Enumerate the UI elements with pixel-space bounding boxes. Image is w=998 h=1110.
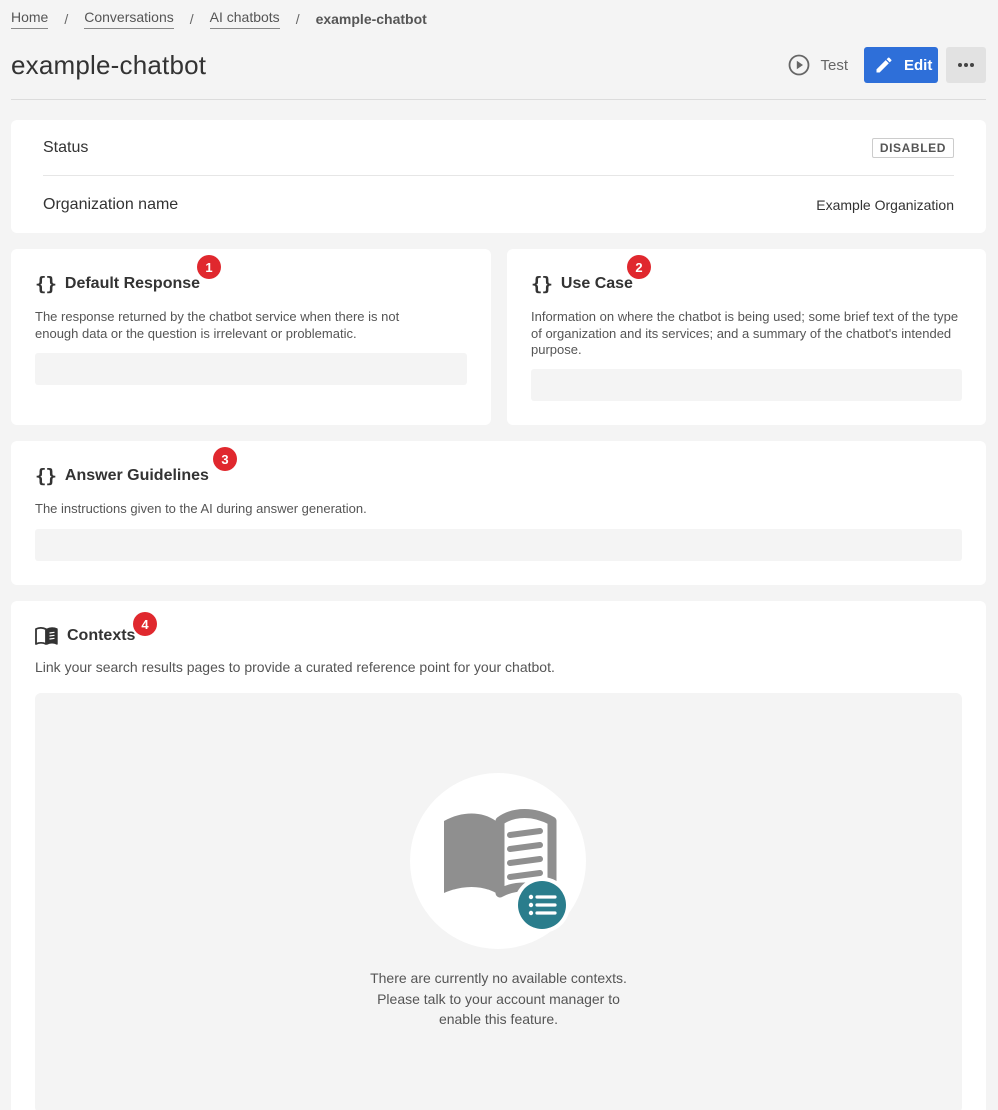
use-case-title: {} Use Case bbox=[531, 273, 633, 295]
breadcrumb-current: example-chatbot bbox=[315, 10, 427, 27]
book-list-icon bbox=[444, 809, 570, 933]
empty-state-line: Please talk to your account manager to bbox=[377, 990, 620, 1007]
default-response-description: The response returned by the chatbot ser… bbox=[35, 309, 400, 341]
status-badge: DISABLED bbox=[871, 137, 954, 158]
default-response-title: {} Default Response bbox=[35, 273, 200, 295]
status-card: Status DISABLED Organization name Exampl… bbox=[11, 120, 986, 233]
answer-guidelines-card: 3 {} Answer Guidelines The instructions … bbox=[11, 441, 986, 585]
contexts-title: Contexts bbox=[35, 627, 135, 645]
annotation-badge-4: 4 bbox=[133, 612, 157, 636]
breadcrumb-separator: / bbox=[295, 10, 300, 27]
use-case-field bbox=[531, 369, 962, 401]
empty-state-illustration bbox=[410, 773, 586, 949]
organization-row: Organization name Example Organization bbox=[43, 177, 954, 233]
ellipsis-icon bbox=[958, 63, 974, 67]
use-case-title-text: Use Case bbox=[560, 275, 633, 292]
default-response-card: 1 {} Default Response The response retur… bbox=[11, 249, 491, 425]
curly-braces-icon: {} bbox=[35, 465, 57, 487]
edit-button-label: Edit bbox=[904, 56, 933, 74]
empty-state-message: There are currently no available context… bbox=[35, 968, 962, 1030]
organization-label: Organization name bbox=[43, 196, 179, 213]
play-circle-icon bbox=[789, 54, 810, 76]
empty-state-line: There are currently no available context… bbox=[370, 970, 627, 986]
test-button[interactable]: Test bbox=[780, 47, 860, 83]
breadcrumb-conversations-link[interactable]: Conversations bbox=[84, 8, 174, 29]
answer-guidelines-title-text: Answer Guidelines bbox=[64, 467, 209, 484]
answer-guidelines-description: The instructions given to the AI during … bbox=[35, 501, 367, 516]
breadcrumb: Home / Conversations / AI chatbots / exa… bbox=[11, 8, 427, 29]
contexts-empty-state: There are currently no available context… bbox=[35, 693, 962, 1110]
breadcrumb-separator: / bbox=[64, 10, 69, 27]
header-divider bbox=[11, 99, 986, 100]
contexts-card: 4 Contexts Link your search results page… bbox=[11, 601, 986, 1110]
book-icon bbox=[35, 627, 58, 645]
page-title: example-chatbot bbox=[11, 50, 207, 80]
answer-guidelines-field bbox=[35, 529, 962, 561]
header-actions: Test Edit bbox=[780, 47, 986, 83]
test-button-label: Test bbox=[820, 56, 848, 74]
curly-braces-icon: {} bbox=[35, 273, 57, 295]
breadcrumb-ai-chatbots-link[interactable]: AI chatbots bbox=[209, 8, 280, 29]
organization-value: Example Organization bbox=[816, 197, 954, 213]
pencil-icon bbox=[876, 57, 892, 73]
more-options-button[interactable] bbox=[946, 47, 986, 83]
annotation-badge-3: 3 bbox=[213, 447, 237, 471]
use-case-card: 2 {} Use Case Information on where the c… bbox=[507, 249, 986, 425]
edit-button[interactable]: Edit bbox=[864, 47, 938, 83]
annotation-badge-1: 1 bbox=[197, 255, 221, 279]
contexts-title-text: Contexts bbox=[67, 627, 136, 644]
default-response-title-text: Default Response bbox=[64, 275, 201, 292]
curly-braces-icon: {} bbox=[531, 273, 553, 295]
use-case-description: Information on where the chatbot is bein… bbox=[531, 309, 959, 357]
status-label: Status bbox=[43, 138, 89, 156]
breadcrumb-home-link[interactable]: Home bbox=[11, 8, 49, 29]
empty-state-line: enable this feature. bbox=[438, 1011, 559, 1027]
contexts-description: Link your search results pages to provid… bbox=[35, 659, 555, 675]
answer-guidelines-title: {} Answer Guidelines bbox=[35, 465, 209, 487]
default-response-field bbox=[35, 353, 467, 385]
status-row: Status DISABLED bbox=[43, 120, 954, 176]
breadcrumb-separator: / bbox=[189, 10, 194, 27]
